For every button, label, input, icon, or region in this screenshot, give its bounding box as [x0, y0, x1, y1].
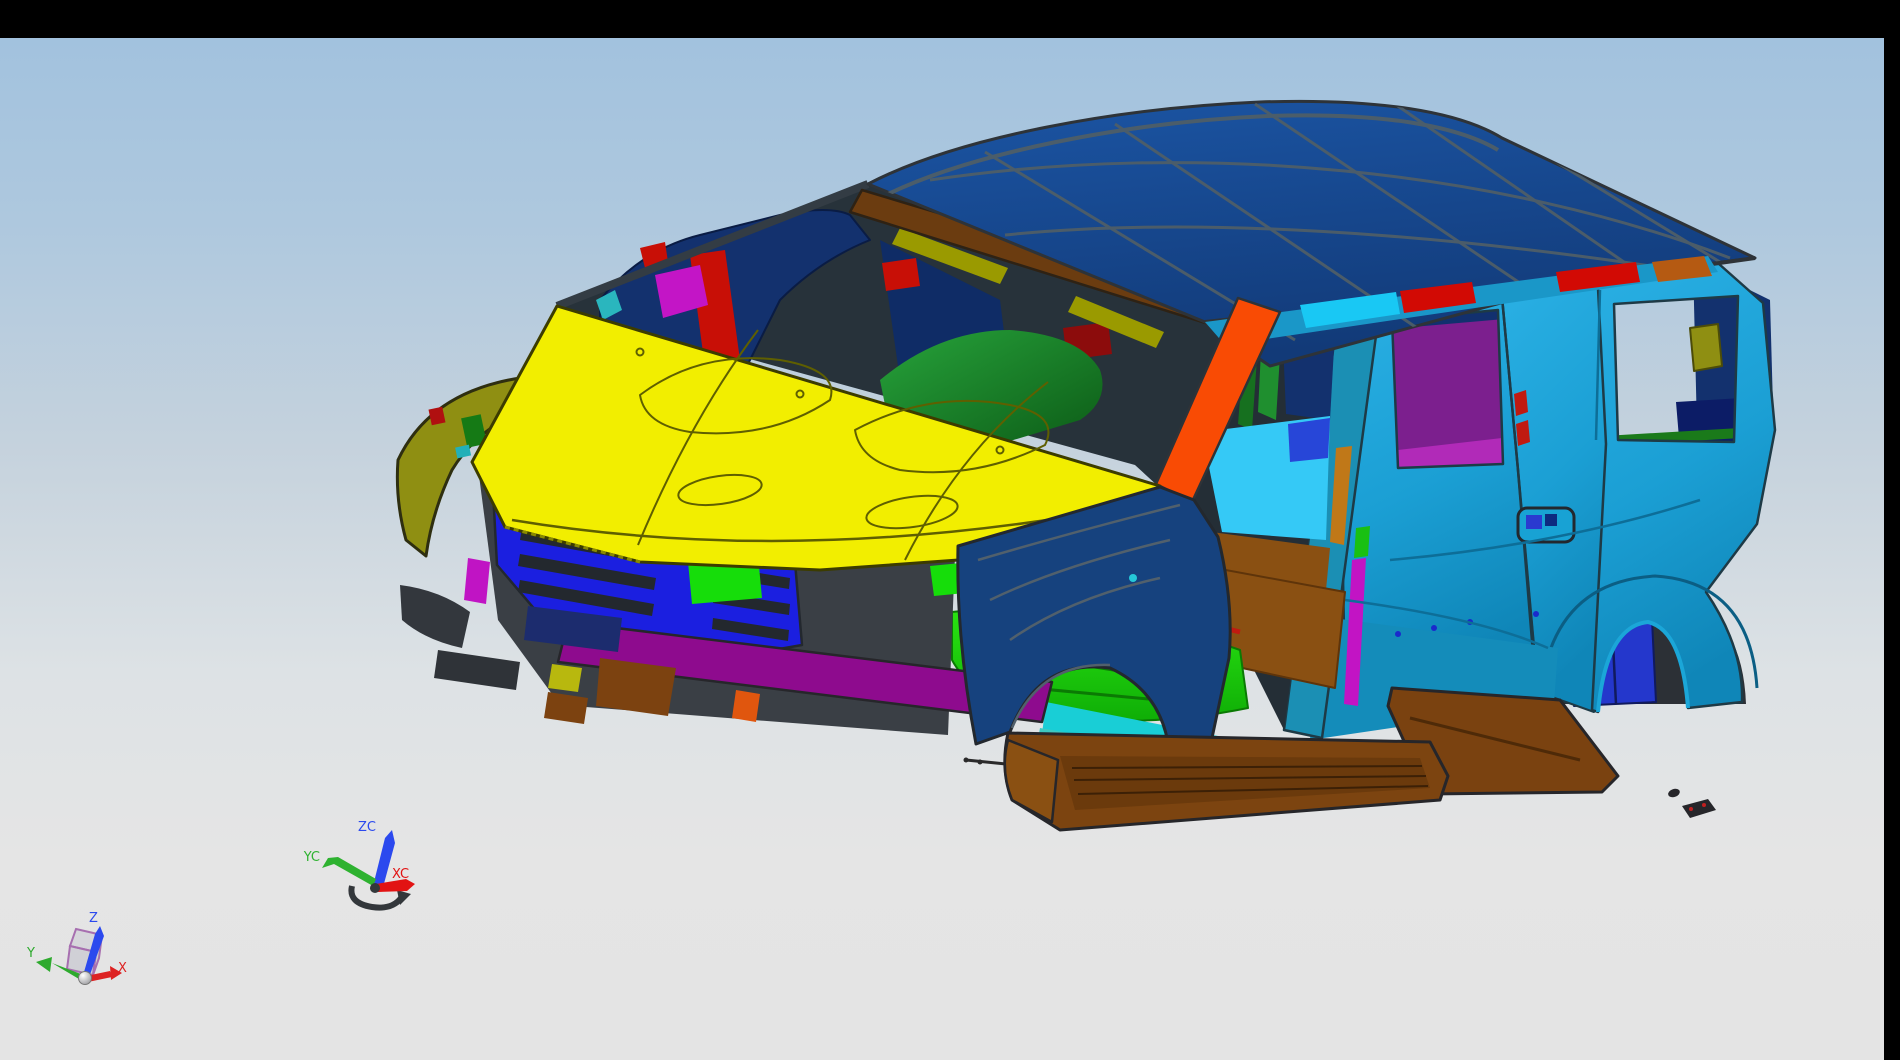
cowl-red-box[interactable]	[882, 258, 920, 291]
spot-weld-dot	[1395, 631, 1401, 637]
suv-body-model[interactable]	[397, 101, 1775, 830]
front-olive-chip[interactable]	[548, 664, 582, 692]
cad-scene[interactable]: ZC YC XC Z Y X	[0, 0, 1900, 1060]
datum-csys[interactable]: Z Y X	[26, 911, 127, 985]
wheel-liner-dark-left[interactable]	[400, 585, 470, 648]
jack-rod-knob	[964, 758, 969, 763]
datum-y-label: Y	[26, 946, 35, 961]
fender-cyan-dot	[1129, 574, 1137, 582]
b-pillar-green-chip[interactable]	[1354, 526, 1370, 558]
door-cavity-blue-patch[interactable]	[1288, 418, 1330, 462]
debris-red-dot	[1689, 807, 1693, 811]
jack-rod[interactable]	[966, 760, 1006, 764]
spot-weld-dot	[1533, 611, 1539, 617]
cad-application-window: ZC YC XC Z Y X	[0, 0, 1900, 1060]
right-black-bar	[1884, 0, 1900, 1060]
debris-bar[interactable]	[1682, 799, 1716, 818]
wcs-y-axis-arrow[interactable]	[322, 857, 376, 886]
datum-x-label: X	[118, 961, 127, 976]
wcs-x-label: XC	[392, 867, 409, 882]
spot-weld-dot	[1431, 625, 1437, 631]
jack-rod-knob	[978, 760, 983, 765]
wcs-z-label: ZC	[358, 820, 376, 835]
datum-origin-ball[interactable]	[79, 972, 92, 985]
air-dam-dark[interactable]	[434, 650, 520, 690]
quarter-window-olive-bracket[interactable]	[1690, 324, 1722, 371]
debris-oval[interactable]	[1667, 787, 1681, 798]
debris-red-dot	[1702, 803, 1706, 807]
datum-y-arrowhead	[36, 957, 52, 972]
door-handle-chip-navy	[1545, 514, 1557, 526]
datum-z-label: Z	[89, 911, 98, 926]
front-magenta-chip[interactable]	[464, 558, 490, 604]
wcs-origin-knob[interactable]	[370, 883, 380, 893]
front-brown-chunk[interactable]	[596, 658, 676, 716]
front-orange-sliver2[interactable]	[732, 690, 760, 722]
door-handle-chip-blue	[1526, 515, 1542, 529]
top-black-bar	[0, 0, 1900, 38]
wcs-triad[interactable]: ZC YC XC	[303, 820, 415, 908]
wcs-y-label: YC	[303, 850, 320, 865]
